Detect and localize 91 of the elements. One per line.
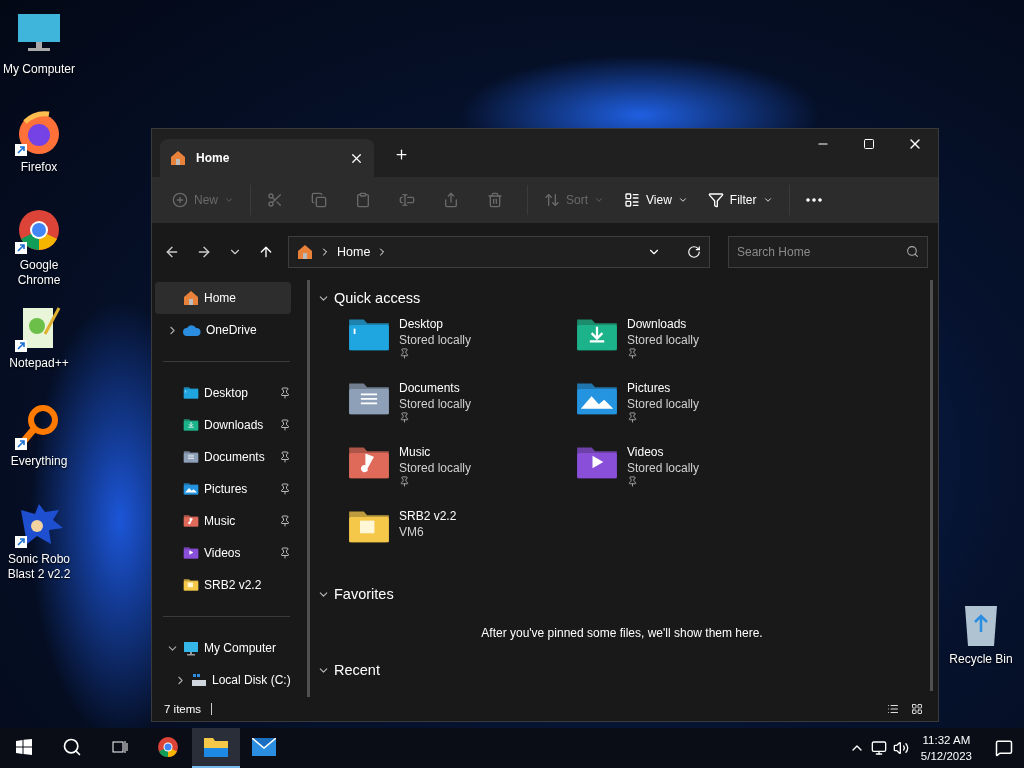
new-icon bbox=[172, 192, 188, 208]
downloads-folder-icon bbox=[183, 418, 199, 432]
search-icon bbox=[906, 245, 919, 258]
chrome-icon bbox=[156, 735, 180, 759]
search-icon bbox=[62, 737, 82, 757]
task-view-icon bbox=[111, 739, 129, 755]
folder-tile[interactable]: SRB2 v2.2 VM6 bbox=[347, 508, 575, 572]
clock[interactable]: 11:32 AM 5/12/2023 bbox=[914, 732, 978, 764]
section-header[interactable]: Quick access bbox=[317, 286, 927, 310]
taskbar-button[interactable] bbox=[192, 728, 240, 768]
folder-tile[interactable]: Videos Stored locally bbox=[575, 444, 803, 508]
nav-item[interactable]: Pictures bbox=[155, 473, 291, 505]
view-button[interactable]: View bbox=[616, 184, 696, 216]
delete-icon bbox=[487, 192, 503, 208]
nav-item[interactable]: Desktop bbox=[155, 377, 291, 409]
rename-icon bbox=[399, 192, 415, 208]
pin-icon bbox=[279, 483, 291, 495]
house-icon bbox=[183, 290, 199, 306]
filter-icon bbox=[707, 192, 724, 208]
filter-button[interactable]: Filter bbox=[699, 184, 781, 216]
nav-item[interactable]: Home bbox=[155, 282, 291, 314]
item-count: 7 items bbox=[164, 703, 202, 715]
pin-icon bbox=[279, 515, 291, 527]
folder-folder-icon bbox=[183, 578, 199, 592]
desktop-icon[interactable]: Google Chrome bbox=[0, 206, 78, 304]
desktop-icon[interactable]: Notepad++ bbox=[0, 304, 78, 402]
view-icon bbox=[624, 192, 641, 208]
nav-item[interactable]: Music bbox=[155, 505, 291, 537]
caret-icon bbox=[677, 195, 688, 205]
grid-icon bbox=[911, 703, 923, 715]
shortcut-arrow-icon bbox=[15, 340, 27, 352]
folder-tile[interactable]: Desktop Stored locally bbox=[347, 316, 575, 380]
nav-item[interactable]: Documents bbox=[155, 441, 291, 473]
tab[interactable]: Home bbox=[160, 139, 374, 177]
list-icon bbox=[887, 703, 899, 715]
caret-icon bbox=[762, 195, 773, 205]
shortcut-arrow-icon bbox=[15, 242, 27, 254]
monitor-icon bbox=[183, 640, 199, 656]
shortcut-arrow-icon bbox=[15, 144, 27, 156]
empty-message: After you've pinned some files, we'll show them here. bbox=[481, 626, 763, 640]
nav-item[interactable]: Local Disk (C:) bbox=[155, 664, 291, 696]
folder-tile[interactable]: Music Stored locally bbox=[347, 444, 575, 508]
folder-tile[interactable]: Pictures Stored locally bbox=[575, 380, 803, 444]
house-icon bbox=[297, 244, 313, 260]
caret-icon bbox=[224, 195, 234, 205]
address-bar[interactable]: Home bbox=[288, 236, 710, 268]
envelope-icon bbox=[252, 738, 276, 756]
network-icon[interactable] bbox=[870, 740, 887, 756]
nav-item[interactable]: OneDrive bbox=[155, 314, 291, 346]
share-icon bbox=[443, 192, 459, 208]
refresh-icon[interactable] bbox=[687, 245, 701, 259]
folder-icon bbox=[203, 736, 229, 758]
videos-folder-icon bbox=[183, 546, 199, 560]
desktop-icon[interactable]: Everything bbox=[0, 402, 78, 500]
pin-icon bbox=[279, 547, 291, 559]
pictures-folder-icon bbox=[183, 482, 199, 496]
volume-icon[interactable] bbox=[892, 740, 909, 756]
section-header[interactable]: Favorites bbox=[317, 582, 927, 606]
desktop-icon[interactable]: Firefox bbox=[0, 108, 78, 206]
nav-item[interactable]: Videos bbox=[155, 537, 291, 569]
pin-icon bbox=[279, 419, 291, 431]
search-field[interactable]: Search Home bbox=[728, 236, 928, 268]
folder-tile[interactable]: Downloads Stored locally bbox=[575, 316, 803, 380]
desktop-icon[interactable]: Sonic Robo Blast 2 v2.2 bbox=[0, 500, 78, 598]
cut-icon bbox=[267, 192, 283, 208]
more-icon bbox=[805, 198, 822, 202]
pin-icon bbox=[279, 387, 291, 399]
maximize-icon bbox=[863, 138, 875, 150]
desktop-folder-icon bbox=[183, 386, 199, 400]
paste-icon bbox=[355, 192, 371, 208]
plus-icon bbox=[394, 147, 409, 162]
shortcut-arrow-icon bbox=[15, 438, 27, 450]
nav-item[interactable]: My Computer bbox=[155, 632, 291, 664]
pin-icon bbox=[279, 451, 291, 463]
music-folder-icon bbox=[183, 514, 199, 528]
shortcut-arrow-icon bbox=[15, 536, 27, 548]
house-icon bbox=[170, 150, 186, 166]
sort-icon bbox=[544, 192, 560, 208]
desktop-icon[interactable]: Recycle Bin bbox=[944, 602, 1018, 667]
desktop-icon[interactable]: My Computer bbox=[0, 10, 78, 108]
copy-icon bbox=[311, 192, 327, 208]
notification-icon bbox=[995, 739, 1013, 757]
folder-tile[interactable]: Documents Stored locally bbox=[347, 380, 575, 444]
windows-logo-icon bbox=[16, 739, 32, 755]
caret-icon bbox=[594, 195, 605, 205]
section-header[interactable]: Recent bbox=[317, 658, 927, 682]
nav-item[interactable]: SRB2 v2.2 bbox=[155, 569, 291, 601]
drive-icon bbox=[191, 673, 207, 687]
documents-folder-icon bbox=[183, 450, 199, 464]
nav-item[interactable]: Downloads bbox=[155, 409, 291, 441]
cloud-icon bbox=[183, 324, 201, 336]
